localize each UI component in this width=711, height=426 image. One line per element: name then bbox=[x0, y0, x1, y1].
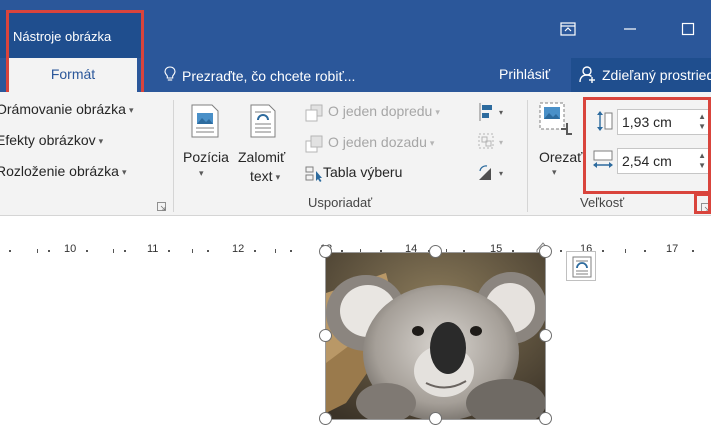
ruler-dot bbox=[290, 250, 292, 252]
svg-text:▾: ▾ bbox=[499, 169, 503, 178]
ruler-tick bbox=[192, 249, 193, 253]
ruler-dot bbox=[560, 250, 562, 252]
ruler-dot bbox=[9, 250, 11, 252]
tell-me-box[interactable]: Prezraďte, čo chcete robiť... bbox=[164, 66, 355, 85]
ribbon-display-options-icon[interactable] bbox=[548, 14, 588, 44]
group-separator bbox=[173, 100, 174, 212]
crop-icon bbox=[539, 101, 573, 142]
resize-handle-top[interactable] bbox=[429, 245, 442, 258]
minimize-icon[interactable] bbox=[610, 14, 650, 44]
share-button[interactable]: Zdieľaný prostriedok bbox=[571, 58, 711, 92]
picture-tools-highlight bbox=[6, 10, 144, 96]
resize-handle-top-right[interactable] bbox=[539, 245, 552, 258]
position-icon bbox=[190, 104, 220, 141]
ruler-dot bbox=[692, 250, 694, 252]
align-icon[interactable]: ▾ bbox=[477, 102, 507, 125]
picture-layout-button[interactable]: Rozloženie obrázka ▾ bbox=[0, 163, 127, 179]
wrap-text-button[interactable]: text ▾ bbox=[250, 168, 280, 184]
layout-options-button[interactable] bbox=[566, 251, 596, 281]
person-icon bbox=[579, 65, 597, 86]
crop-caret-icon: ▾ bbox=[552, 167, 557, 177]
picture-border-button[interactable]: Orámovanie obrázka ▾ bbox=[0, 101, 133, 117]
group-separator bbox=[527, 100, 528, 212]
bring-forward-icon bbox=[305, 104, 323, 125]
ruler-tick bbox=[275, 249, 276, 253]
resize-handle-right[interactable] bbox=[539, 329, 552, 342]
ruler-number: 10 bbox=[64, 243, 77, 255]
ruler-dot bbox=[602, 250, 604, 252]
wrap-text-icon bbox=[249, 104, 277, 141]
lightbulb-icon bbox=[164, 66, 176, 85]
ruler-number: 12 bbox=[232, 243, 245, 255]
launcher-highlight bbox=[694, 193, 711, 214]
bring-forward-button[interactable]: O jeden dopredu ▾ bbox=[328, 103, 440, 119]
resize-handle-bottom[interactable] bbox=[429, 412, 442, 425]
ruler-number: 11 bbox=[147, 243, 159, 255]
selection-pane-icon bbox=[305, 165, 323, 186]
arrange-group-label: Usporiadať bbox=[308, 195, 373, 210]
rotate-icon[interactable]: ▾ bbox=[477, 163, 507, 186]
svg-text:▾: ▾ bbox=[499, 138, 503, 147]
ruler-dot bbox=[207, 250, 209, 252]
ruler-tick bbox=[113, 249, 114, 253]
tell-me-text: Prezraďte, čo chcete robiť... bbox=[182, 67, 356, 84]
ruler-tick bbox=[37, 249, 38, 253]
size-highlight bbox=[583, 97, 711, 194]
send-backward-button[interactable]: O jeden dozadu ▾ bbox=[328, 134, 434, 150]
picture-effects-button[interactable]: Efekty obrázkov ▾ bbox=[0, 132, 103, 148]
ruler-dot bbox=[254, 250, 256, 252]
position-caret-icon: ▾ bbox=[199, 168, 204, 178]
signin-link[interactable]: Prihlásiť bbox=[499, 66, 550, 82]
ruler-dot bbox=[86, 250, 88, 252]
svg-text:▾: ▾ bbox=[499, 108, 503, 117]
group-objects-icon[interactable]: ▾ bbox=[477, 132, 507, 155]
send-backward-icon bbox=[305, 135, 323, 156]
ruler-dot bbox=[168, 250, 170, 252]
ruler-tick bbox=[625, 249, 626, 253]
crop-button[interactable]: Orezať bbox=[539, 149, 582, 165]
resize-handle-bottom-left[interactable] bbox=[319, 412, 332, 425]
wrap-text-line1[interactable]: Zalomiť bbox=[238, 149, 285, 165]
selection-pane-button[interactable]: Tabla výberu bbox=[323, 164, 402, 180]
resize-handle-bottom-right[interactable] bbox=[539, 412, 552, 425]
share-label: Zdieľaný prostriedok bbox=[602, 67, 711, 83]
maximize-icon[interactable] bbox=[668, 14, 708, 44]
resize-handle-left[interactable] bbox=[319, 329, 332, 342]
resize-handle-top-left[interactable] bbox=[319, 245, 332, 258]
layout-options-icon bbox=[572, 256, 592, 281]
ruler-dot bbox=[644, 250, 646, 252]
ruler-number: 17 bbox=[666, 243, 679, 255]
size-group-label: Veľkosť bbox=[580, 195, 625, 210]
koala-image[interactable] bbox=[325, 252, 546, 420]
position-button[interactable]: Pozícia bbox=[183, 149, 229, 165]
picture-styles-launcher-icon[interactable] bbox=[157, 200, 167, 211]
ruler-dot bbox=[124, 250, 126, 252]
ruler-dot bbox=[48, 250, 50, 252]
